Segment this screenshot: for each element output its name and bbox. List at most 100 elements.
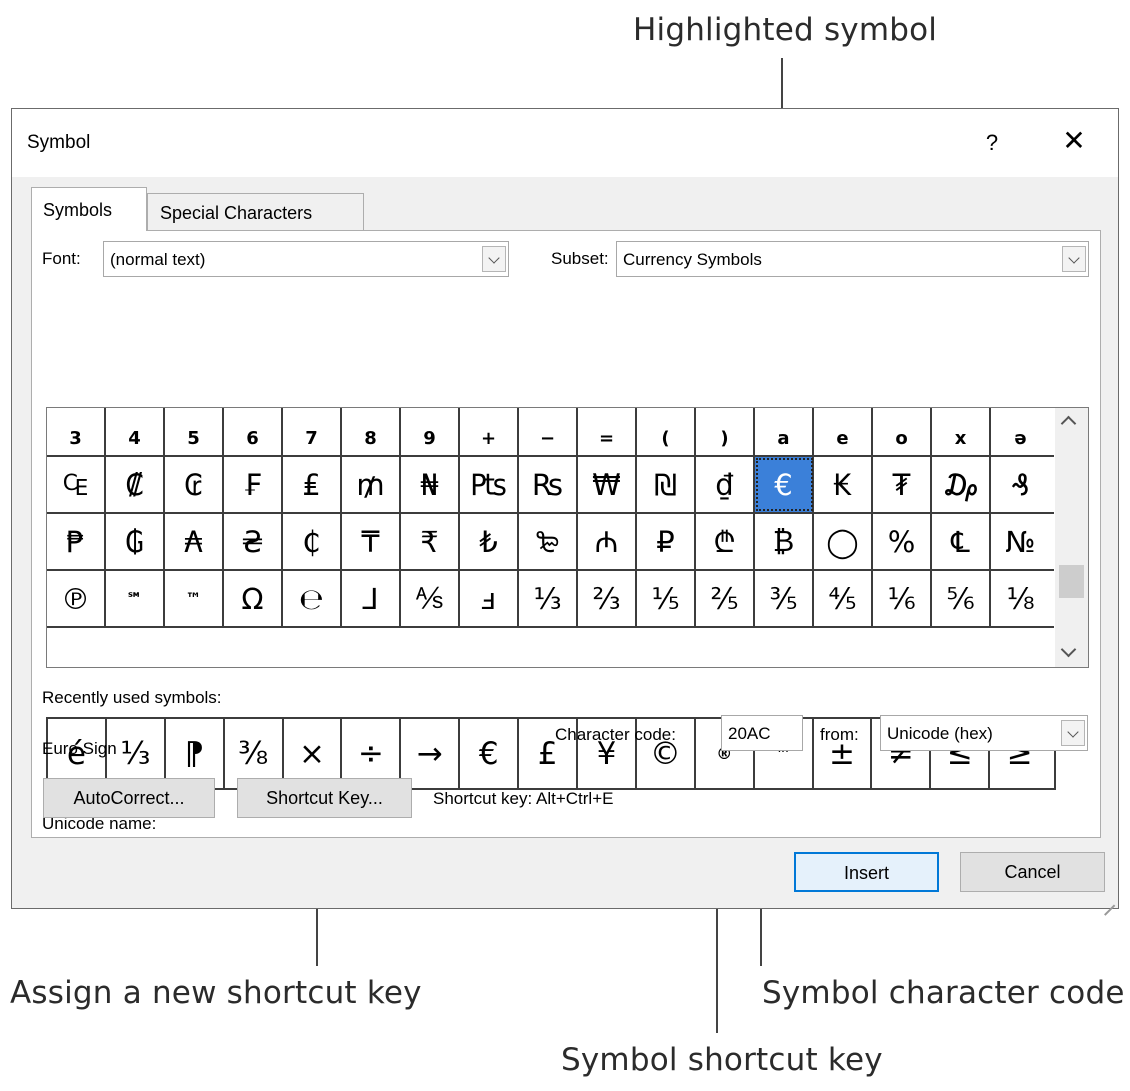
symbol-cell[interactable]: ₢ [165, 457, 224, 512]
dialog-title: Symbol [27, 132, 91, 153]
symbol-cell[interactable]: 4 [106, 408, 165, 455]
symbol-cell[interactable]: ℄ [932, 514, 991, 569]
symbol-cell[interactable]: a [755, 408, 814, 455]
symbol-cell[interactable]: ₵ [283, 514, 342, 569]
symbol-cell[interactable]: = [578, 408, 637, 455]
symbol-cell[interactable]: ⅗ [755, 571, 814, 626]
chevron-down-icon[interactable] [1062, 246, 1086, 272]
symbol-cell[interactable]: ₩ [578, 457, 637, 512]
symbol-cell[interactable]: ₺ [460, 514, 519, 569]
symbol-cell[interactable]: ( [637, 408, 696, 455]
symbol-cell[interactable]: 8 [342, 408, 401, 455]
unicode-name-value: Euro Sign [42, 739, 117, 758]
symbol-cell[interactable]: ⅃ [342, 571, 401, 626]
symbol-cell[interactable]: ⅛ [991, 571, 1050, 626]
symbol-cell[interactable]: ℗ [47, 571, 106, 626]
symbol-cell[interactable]: ⅕ [637, 571, 696, 626]
chevron-down-icon[interactable] [482, 246, 506, 272]
symbol-cell[interactable]: % [873, 514, 932, 569]
symbol-cell[interactable]: ₳ [165, 514, 224, 569]
scroll-up-icon[interactable] [1060, 415, 1077, 432]
symbol-cell[interactable]: ℮ [283, 571, 342, 626]
character-code-input[interactable]: 20AC [721, 715, 803, 751]
from-label: from: [820, 725, 859, 744]
symbol-cell[interactable]: ₲ [106, 514, 165, 569]
symbol-cell[interactable]: ₥ [342, 457, 401, 512]
symbol-cell[interactable]: ⅚ [932, 571, 991, 626]
symbol-cell[interactable]: ⅘ [814, 571, 873, 626]
symbol-cell[interactable]: ⅖ [696, 571, 755, 626]
symbol-cell[interactable]: ₹ [401, 514, 460, 569]
symbol-cell[interactable]: e [814, 408, 873, 455]
insert-button[interactable]: Insert [794, 852, 939, 892]
symbol-cell[interactable]: ₨ [519, 457, 578, 512]
symbol-cell[interactable]: ⅍ [401, 571, 460, 626]
symbol-cell[interactable]: ⅎ [460, 571, 519, 626]
symbol-cell[interactable]: ə [991, 408, 1050, 455]
callout-highlighted-symbol: Highlighted symbol [633, 12, 938, 48]
symbol-cell[interactable]: ™ [165, 571, 224, 626]
shortcut-key-button[interactable]: Shortcut Key... [237, 778, 412, 818]
symbol-cell[interactable]: ⅓ [519, 571, 578, 626]
symbol-cell[interactable]: ₧ [460, 457, 519, 512]
symbol-cell[interactable]: 7 [283, 408, 342, 455]
symbol-grid-row: ℗ ℠ ™ Ω ℮ ⅃ ⅍ ⅎ ⅓ ⅔ ⅕ ⅖ ⅗ ⅘ ⅙ ⅚ ⅛ [47, 571, 1054, 628]
chevron-down-icon[interactable] [1061, 720, 1085, 746]
symbol-cell[interactable]: Ω [224, 571, 283, 626]
scroll-down-icon[interactable] [1060, 641, 1077, 658]
symbol-cell[interactable]: ₦ [401, 457, 460, 512]
symbol-cell[interactable]: ₤ [283, 457, 342, 512]
font-select[interactable]: (normal text) [103, 241, 509, 277]
shortcut-key-text: Shortcut key: Alt+Ctrl+E [433, 789, 614, 808]
symbol-cell[interactable]: № [991, 514, 1050, 569]
help-button[interactable]: ? [972, 123, 1012, 163]
symbol-cell[interactable]: ₾ [696, 514, 755, 569]
symbol-cell[interactable]: ⅔ [578, 571, 637, 626]
scroll-thumb[interactable] [1059, 565, 1084, 598]
symbol-cell[interactable]: 5 [165, 408, 224, 455]
symbol-cell[interactable]: ₯ [932, 457, 991, 512]
symbol-cell[interactable]: o [873, 408, 932, 455]
symbol-cell[interactable]: ₸ [342, 514, 401, 569]
symbol-cell[interactable]: 3 [47, 408, 106, 455]
symbol-cell[interactable]: ₿ [755, 514, 814, 569]
symbol-cell[interactable]: ₱ [47, 514, 106, 569]
symbol-cell[interactable]: ⅙ [873, 571, 932, 626]
symbol-cell[interactable]: x [932, 408, 991, 455]
symbol-cell[interactable]: ₡ [106, 457, 165, 512]
symbol-cell[interactable]: − [519, 408, 578, 455]
from-select[interactable]: Unicode (hex) [880, 715, 1088, 751]
symbol-cell[interactable]: ₻ [519, 514, 578, 569]
symbol-cell[interactable]: ₫ [696, 457, 755, 512]
tab-special-characters[interactable]: Special Characters [147, 193, 364, 231]
cancel-button[interactable]: Cancel [960, 852, 1105, 892]
font-select-value: (normal text) [110, 250, 206, 269]
symbol-cell[interactable]: ₮ [873, 457, 932, 512]
symbol-cell[interactable]: ₴ [224, 514, 283, 569]
symbol-cell[interactable]: ₽ [637, 514, 696, 569]
symbol-cell[interactable]: ◯ [814, 514, 873, 569]
symbol-cell[interactable]: + [460, 408, 519, 455]
tab-symbols[interactable]: Symbols [31, 187, 147, 231]
symbol-cell[interactable]: 6 [224, 408, 283, 455]
symbol-cell[interactable]: ₠ [47, 457, 106, 512]
recent-symbol-cell[interactable]: € [460, 719, 520, 788]
callout-character-code: Symbol character code [762, 975, 1125, 1011]
symbol-cell[interactable]: ) [696, 408, 755, 455]
close-button[interactable]: ✕ [1054, 121, 1094, 161]
autocorrect-button[interactable]: AutoCorrect... [43, 778, 215, 818]
symbol-cell[interactable]: ₣ [224, 457, 283, 512]
symbol-cell[interactable]: ₪ [637, 457, 696, 512]
symbol-cell[interactable]: ℠ [106, 571, 165, 626]
symbol-cell[interactable]: ₰ [991, 457, 1050, 512]
symbol-cell[interactable]: ₼ [578, 514, 637, 569]
resize-grip-icon[interactable] [1101, 891, 1115, 905]
symbol-cell[interactable]: 9 [401, 408, 460, 455]
symbol-cell[interactable]: ₭ [814, 457, 873, 512]
symbol-cell[interactable]: € [755, 457, 814, 512]
character-code-label: Character code: [555, 725, 676, 744]
subset-select-value: Currency Symbols [623, 250, 762, 269]
grid-scrollbar[interactable] [1055, 408, 1088, 667]
font-label: Font: [42, 249, 81, 268]
subset-select[interactable]: Currency Symbols [616, 241, 1089, 277]
